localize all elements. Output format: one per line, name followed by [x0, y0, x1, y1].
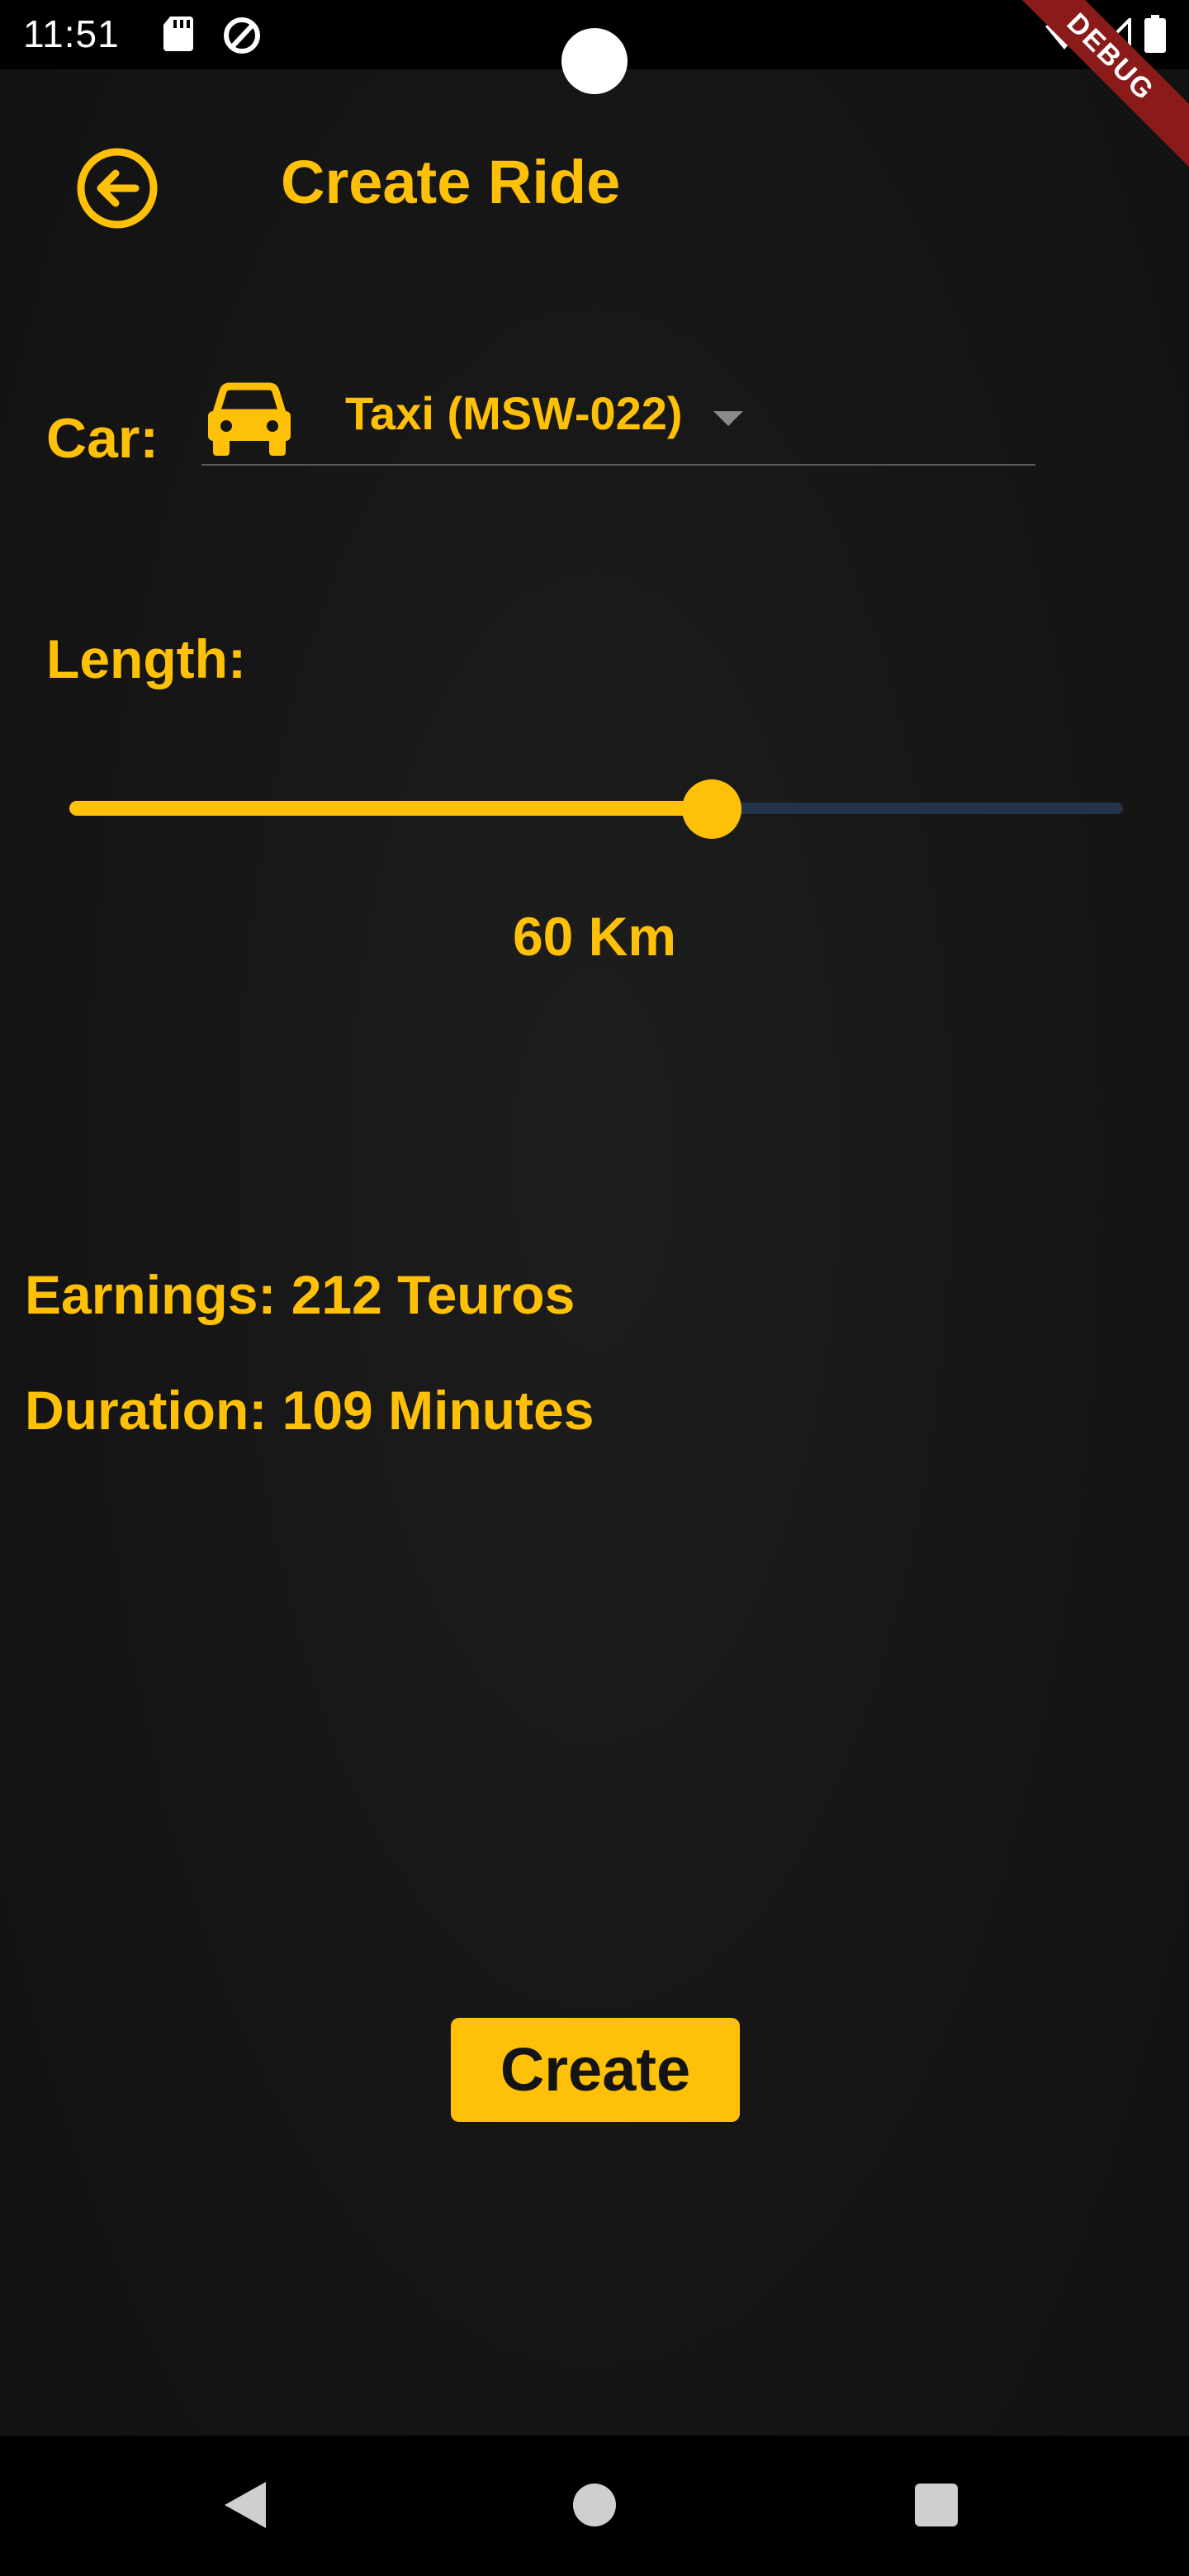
nav-home-icon[interactable]: [573, 2484, 616, 2526]
car-dropdown[interactable]: Taxi (MSW-022): [201, 372, 1035, 466]
back-button[interactable]: [73, 144, 162, 233]
create-button[interactable]: Create: [451, 2018, 740, 2122]
create-ride-screen: 11:51 DEBUG Create Ride Car: Taxi (MSW-0…: [0, 0, 1189, 2576]
status-time: 11:51: [23, 12, 120, 55]
slider-thumb[interactable]: [682, 779, 742, 839]
navigation-bar: [0, 2436, 1189, 2576]
length-label: Length:: [46, 628, 246, 689]
page-title: Create Ride: [281, 148, 621, 216]
data-saver-icon: [224, 17, 260, 54]
dropdown-arrow-icon: [713, 411, 743, 426]
car-icon: [208, 382, 291, 456]
battery-icon: [1144, 15, 1166, 53]
car-dropdown-value: Taxi (MSW-022): [345, 387, 683, 439]
car-label: Car:: [46, 407, 159, 470]
duration-text: Duration: 109 Minutes: [25, 1380, 594, 1441]
sd-card-icon: [163, 17, 193, 51]
length-value: 60 Km: [512, 906, 677, 967]
nav-recents-icon[interactable]: [915, 2484, 958, 2526]
arrow-circle-left-icon: [77, 148, 158, 229]
camera-cutout: [561, 28, 628, 94]
slider-active-track: [69, 801, 713, 816]
nav-back-icon[interactable]: [225, 2482, 266, 2528]
earnings-text: Earnings: 212 Teuros: [25, 1264, 576, 1325]
length-slider[interactable]: [69, 776, 1123, 842]
